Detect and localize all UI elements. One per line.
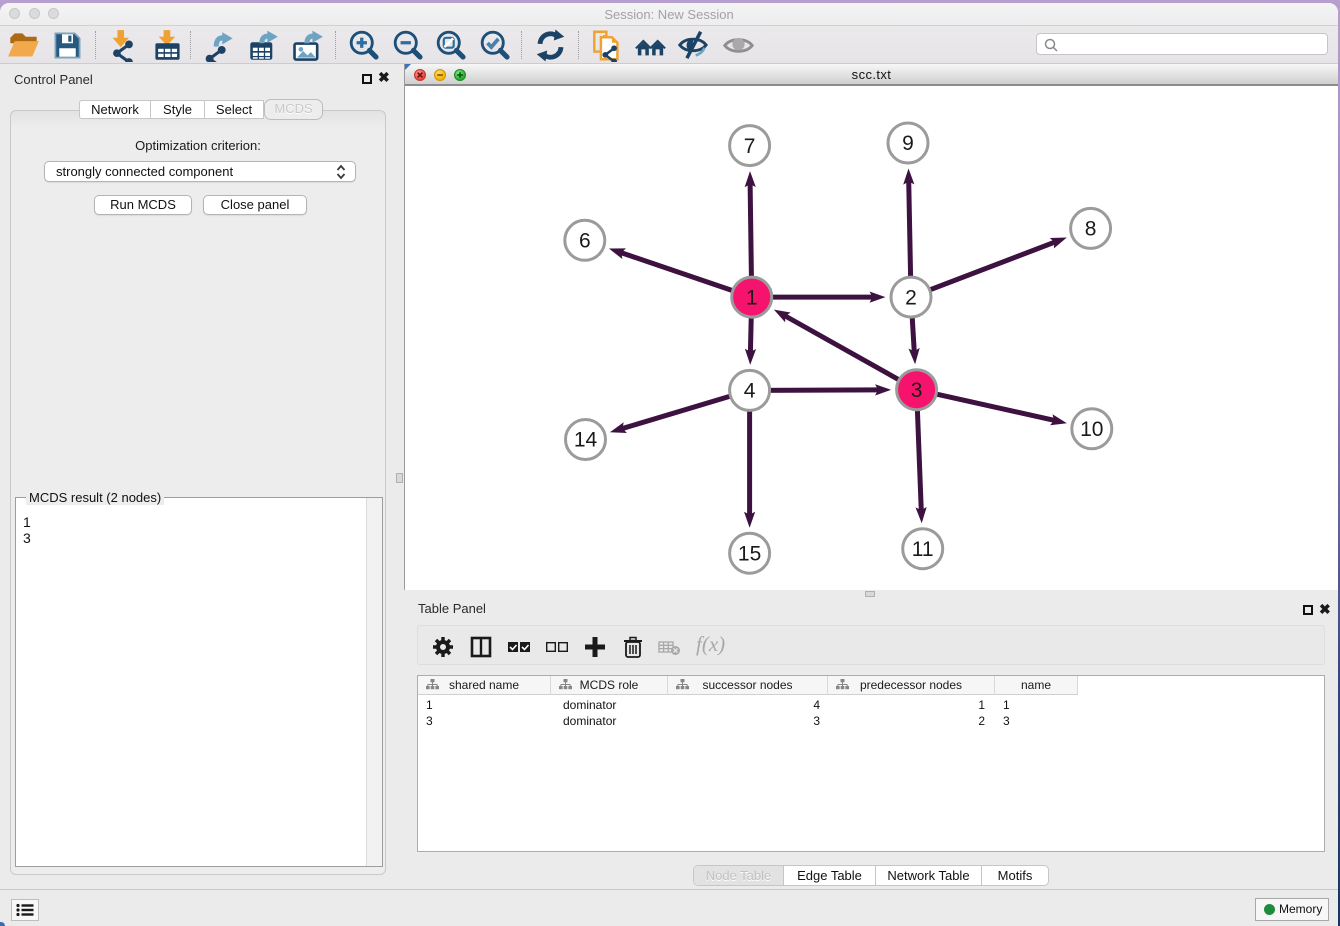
svg-text:2: 2 bbox=[905, 286, 917, 309]
svg-text:4: 4 bbox=[744, 380, 756, 403]
svg-text:6: 6 bbox=[579, 230, 591, 253]
svg-text:15: 15 bbox=[738, 542, 761, 565]
svg-text:3: 3 bbox=[911, 379, 923, 402]
svg-text:1: 1 bbox=[746, 286, 758, 309]
svg-text:8: 8 bbox=[1085, 218, 1097, 241]
svg-text:11: 11 bbox=[912, 538, 934, 561]
svg-text:14: 14 bbox=[574, 429, 598, 452]
svg-text:9: 9 bbox=[902, 132, 914, 155]
svg-text:7: 7 bbox=[744, 135, 756, 158]
svg-text:10: 10 bbox=[1080, 418, 1103, 441]
